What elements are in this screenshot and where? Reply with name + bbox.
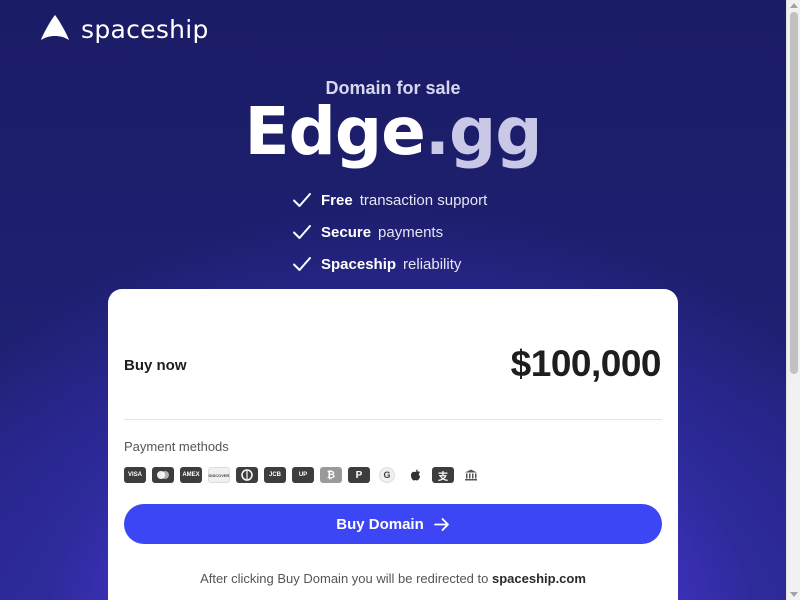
visa-icon: VISA (124, 467, 146, 483)
bank-transfer-icon (463, 467, 479, 483)
discover-icon: DISCOVER (208, 467, 230, 483)
diners-club-icon (236, 467, 258, 483)
payment-methods-list: VISA AMEX DISCOVER JCB UP ₿ P G 支 (124, 467, 488, 483)
price: $100,000 (510, 343, 662, 384)
check-icon (293, 193, 311, 207)
arrow-right-icon (433, 517, 449, 531)
mastercard-icon (152, 467, 174, 483)
feature-strong: Free (321, 191, 353, 209)
alipay-icon: 支 (432, 467, 454, 483)
spaceship-link[interactable]: spaceship.com (492, 571, 586, 586)
buy-now-label: Buy now (124, 357, 187, 374)
spaceship-logo-icon (41, 15, 69, 40)
feature-strong: Spaceship (321, 255, 397, 273)
feature-rest: payments (378, 223, 444, 241)
feature-item: Free transaction support (292, 184, 487, 216)
buy-domain-button[interactable]: Buy Domain (124, 504, 662, 544)
feature-item: Secure payments (292, 216, 487, 248)
scroll-up-arrow-icon[interactable] (790, 3, 798, 8)
check-icon (293, 257, 311, 271)
spaceship-logo[interactable]: spaceship (40, 14, 209, 44)
domain-tld: .gg (424, 93, 543, 170)
payment-methods-label: Payment methods (124, 439, 229, 454)
divider (124, 419, 662, 420)
buy-domain-label: Buy Domain (336, 515, 424, 533)
feature-rest: transaction support (359, 191, 488, 209)
apple-pay-icon (407, 467, 423, 483)
amex-icon: AMEX (180, 467, 202, 483)
scroll-thumb[interactable] (790, 12, 798, 374)
feature-strong: Secure (321, 223, 372, 241)
scroll-down-arrow-icon[interactable] (790, 592, 798, 597)
paypal-icon: P (348, 467, 370, 483)
purchase-card: Buy now $100,000 Payment methods VISA AM… (108, 289, 678, 600)
check-icon (293, 225, 311, 239)
feature-list: Free transaction support Secure payments… (292, 184, 487, 280)
brand-name: spaceship (81, 14, 209, 44)
unionpay-icon: UP (292, 467, 314, 483)
domain-title: Edge.gg (0, 92, 786, 172)
redirect-text: After clicking Buy Domain you will be re… (200, 571, 489, 586)
jcb-icon: JCB (264, 467, 286, 483)
feature-rest: reliability (403, 255, 462, 273)
google-pay-icon: G (379, 467, 395, 483)
bitcoin-icon: ₿ (320, 467, 342, 483)
domain-name: Edge (244, 93, 426, 170)
redirect-notice: After clicking Buy Domain you will be re… (108, 571, 678, 586)
feature-item: Spaceship reliability (292, 248, 487, 280)
scrollbar[interactable] (786, 0, 800, 600)
